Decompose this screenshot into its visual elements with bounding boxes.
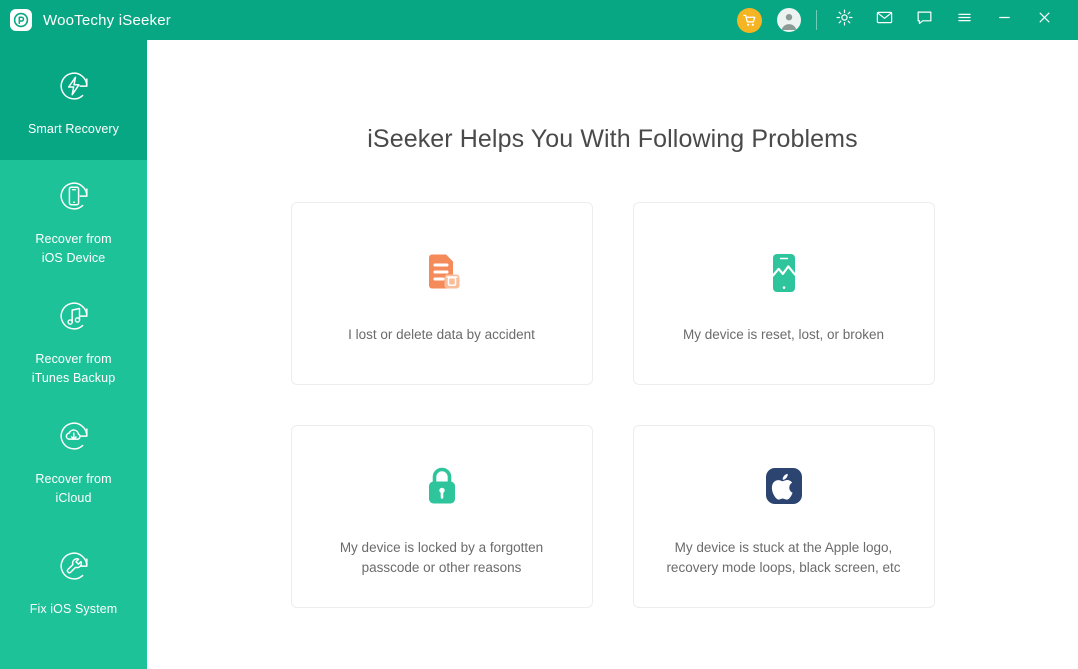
sidebar-item-recover-icloud[interactable]: Recover from iCloud [0, 400, 147, 520]
feedback-button[interactable] [904, 0, 944, 40]
cart-button[interactable] [729, 0, 769, 40]
padlock-icon [416, 456, 468, 516]
main-content: iSeeker Helps You With Following Problem… [147, 40, 1078, 669]
mail-button[interactable] [864, 0, 904, 40]
deleted-document-icon [416, 243, 468, 303]
sidebar-item-fix-ios-system[interactable]: Fix iOS System [0, 520, 147, 640]
card-label: My device is locked by a forgotten passc… [339, 539, 544, 575]
app-title: WooTechy iSeeker [43, 11, 171, 29]
user-avatar-icon [777, 8, 801, 32]
hamburger-menu-icon [955, 8, 974, 32]
app-window: WooTechy iSeeker Smart Recovery Recover … [0, 0, 1078, 669]
sidebar-item-label: Recover from iOS Device [35, 232, 112, 265]
sidebar-item-label: Recover from iTunes Backup [31, 352, 116, 385]
titlebar-divider [816, 10, 817, 30]
title-bar: WooTechy iSeeker [0, 0, 1078, 40]
titlebar-actions [729, 0, 1064, 40]
broken-phone-icon [758, 243, 810, 303]
sidebar-item-label: Fix iOS System [29, 601, 118, 616]
close-button[interactable] [1024, 0, 1064, 40]
sidebar-item-recover-ios-device[interactable]: Recover from iOS Device [0, 160, 147, 280]
icloud-download-icon [50, 412, 98, 460]
account-button[interactable] [769, 0, 809, 40]
sidebar-item-recover-itunes-backup[interactable]: Recover from iTunes Backup [0, 280, 147, 400]
itunes-backup-icon [50, 292, 98, 340]
page-title: iSeeker Helps You With Following Problem… [367, 125, 858, 153]
sidebar-item-smart-recovery[interactable]: Smart Recovery [0, 40, 147, 160]
wootechy-logo-icon [10, 9, 32, 31]
card-stuck-apple-logo[interactable]: My device is stuck at the Apple logo, re… [632, 425, 935, 608]
ios-device-icon [50, 172, 98, 220]
smart-recovery-icon [50, 62, 98, 110]
speech-bubble-icon [915, 8, 934, 32]
wrench-repair-icon [50, 542, 98, 590]
card-label: I lost or delete data by accident [348, 326, 535, 342]
apple-logo-icon [758, 456, 810, 516]
card-reset-lost-broken[interactable]: My device is reset, lost, or broken [632, 202, 935, 385]
minimize-icon [995, 8, 1014, 32]
card-label: My device is stuck at the Apple logo, re… [666, 539, 901, 575]
card-locked-device[interactable]: My device is locked by a forgotten passc… [290, 425, 593, 608]
menu-button[interactable] [944, 0, 984, 40]
sidebar: Smart Recovery Recover from iOS Device R… [0, 40, 147, 669]
sidebar-item-label: Smart Recovery [27, 121, 119, 136]
card-label: My device is reset, lost, or broken [682, 326, 885, 342]
body: Smart Recovery Recover from iOS Device R… [0, 40, 1078, 669]
sidebar-item-label: Recover from iCloud [35, 472, 112, 505]
problem-cards: I lost or delete data by accident My dev… [290, 202, 935, 608]
envelope-icon [875, 8, 894, 32]
card-lost-deleted-data[interactable]: I lost or delete data by accident [290, 202, 593, 385]
close-icon [1035, 8, 1054, 32]
gear-icon [835, 8, 854, 32]
shopping-cart-icon [736, 7, 762, 33]
minimize-button[interactable] [984, 0, 1024, 40]
settings-button[interactable] [824, 0, 864, 40]
